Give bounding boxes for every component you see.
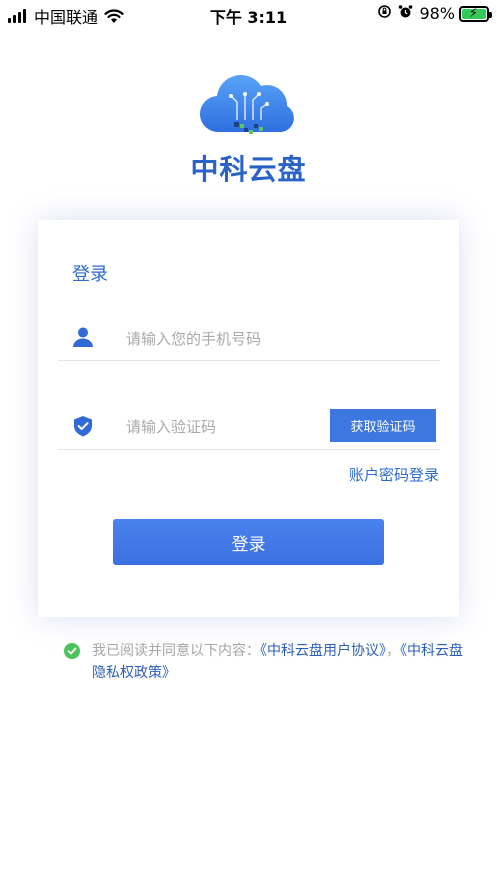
agreement-checkbox[interactable] bbox=[64, 643, 80, 659]
user-agreement-link[interactable]: 《中科云盘用户协议》 bbox=[260, 643, 386, 659]
battery-icon: ⚡ bbox=[459, 5, 492, 22]
battery-percent: 98% bbox=[419, 4, 455, 23]
status-right: 98% ⚡ bbox=[377, 4, 492, 23]
agreement-separator: ， bbox=[386, 643, 400, 659]
login-button[interactable]: 登录 bbox=[113, 519, 384, 565]
phone-input[interactable] bbox=[126, 328, 426, 350]
status-bar: 中国联通 下午 3:11 98% ⚡ bbox=[0, 0, 497, 30]
cloud-logo-icon bbox=[199, 74, 294, 134]
phone-divider bbox=[58, 360, 440, 361]
login-card: 登录 获取验证码 账户密码登录 登录 bbox=[38, 220, 459, 617]
login-title: 登录 bbox=[72, 264, 108, 285]
agreement-text: 我已阅读并同意以下内容：《中科云盘用户协议》，《中科云盘隐私权政策》 bbox=[92, 640, 474, 684]
user-icon bbox=[73, 327, 93, 347]
shield-check-icon bbox=[74, 416, 92, 437]
charging-bolt-icon: ⚡ bbox=[469, 5, 479, 21]
app-logo: 中科云盘 bbox=[0, 72, 497, 188]
verification-code-input[interactable] bbox=[126, 416, 316, 438]
battery-tip bbox=[489, 11, 492, 18]
password-login-link[interactable]: 账户密码登录 bbox=[349, 464, 439, 485]
orientation-lock-icon bbox=[377, 4, 392, 23]
get-code-button[interactable]: 获取验证码 bbox=[330, 409, 436, 442]
agreement-row: 我已阅读并同意以下内容：《中科云盘用户协议》，《中科云盘隐私权政策》 bbox=[64, 640, 474, 684]
alarm-icon bbox=[398, 4, 413, 23]
app-name: 中科云盘 bbox=[190, 153, 307, 186]
code-divider bbox=[58, 449, 440, 450]
agreement-prefix: 我已阅读并同意以下内容： bbox=[92, 643, 260, 659]
check-icon bbox=[67, 647, 77, 655]
